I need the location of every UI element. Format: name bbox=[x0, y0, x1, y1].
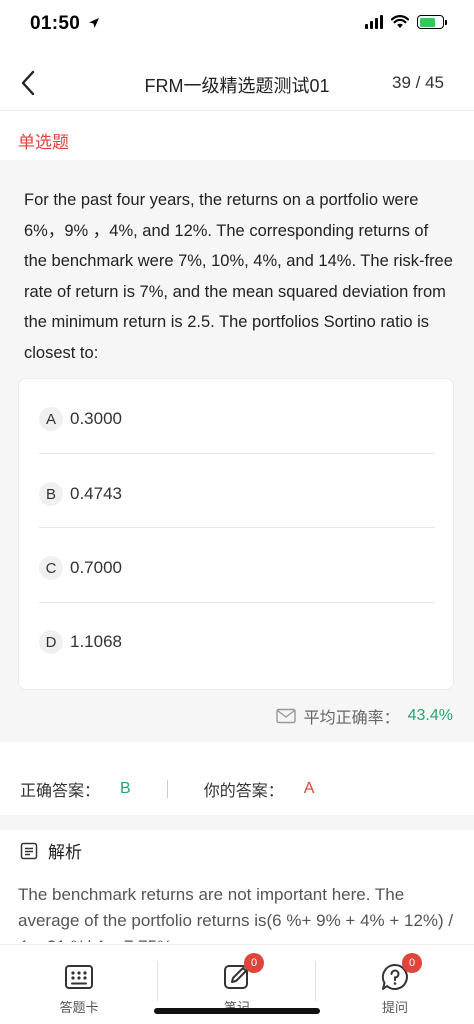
analysis-title: 解析 bbox=[48, 843, 82, 862]
answer-card-icon bbox=[65, 965, 93, 989]
option-letter: B bbox=[39, 482, 63, 506]
cellular-signal-icon bbox=[365, 15, 383, 29]
correct-answer-value: B bbox=[120, 780, 131, 797]
tab-label: 提问 bbox=[381, 1000, 408, 1015]
accuracy-value: 43.4% bbox=[407, 707, 453, 724]
home-indicator[interactable] bbox=[154, 1008, 320, 1014]
mail-icon bbox=[275, 708, 296, 724]
answer-row: 正确答案： B 你的答案： A bbox=[20, 777, 314, 801]
question-text: For the past four years, the returns on … bbox=[24, 191, 453, 362]
answer-summary: 正确答案： B 你的答案： A bbox=[0, 745, 474, 815]
notes-badge: 0 bbox=[244, 953, 264, 973]
option-letter: D bbox=[39, 630, 63, 654]
ask-badge: 0 bbox=[402, 953, 422, 973]
option-a[interactable]: A 0.3000 bbox=[39, 382, 435, 456]
tab-answer-card[interactable]: 答题卡 bbox=[0, 945, 158, 1024]
question-type-label: 单选题 bbox=[18, 133, 69, 152]
battery-icon bbox=[417, 15, 447, 29]
correct-answer-label: 正确答案： bbox=[20, 783, 101, 800]
option-d[interactable]: D 1.1068 bbox=[39, 605, 435, 679]
option-text: 0.7000 bbox=[70, 558, 122, 577]
option-c[interactable]: C 0.7000 bbox=[39, 531, 435, 605]
option-b[interactable]: B 0.4743 bbox=[39, 457, 435, 531]
option-letter: A bbox=[39, 407, 63, 431]
your-answer-value: A bbox=[303, 780, 315, 797]
analysis-header: 解析 bbox=[20, 838, 82, 863]
answer-divider bbox=[166, 780, 168, 798]
status-time: 01:50 bbox=[30, 13, 81, 34]
status-indicators bbox=[365, 15, 447, 29]
option-text: 0.4743 bbox=[70, 484, 122, 503]
tab-ask[interactable]: 0 提问 bbox=[316, 945, 474, 1024]
tab-label: 答题卡 bbox=[59, 1000, 99, 1015]
nav-bar: FRM一级精选题测试01 39 / 45 bbox=[0, 55, 474, 111]
section-separator bbox=[0, 815, 474, 830]
analysis-text: The benchmark returns are not important … bbox=[18, 885, 454, 942]
option-text: 1.1068 bbox=[70, 632, 122, 651]
status-bar: 01:50 bbox=[0, 0, 474, 48]
option-divider bbox=[39, 453, 435, 454]
option-text: 0.3000 bbox=[70, 409, 122, 428]
location-arrow-icon bbox=[89, 18, 99, 28]
your-answer-label: 你的答案： bbox=[203, 783, 284, 800]
option-letter: C bbox=[39, 556, 63, 580]
option-divider bbox=[39, 527, 435, 528]
wifi-icon bbox=[391, 15, 409, 28]
question-progress: 39 / 45 bbox=[392, 73, 444, 92]
option-divider bbox=[39, 602, 435, 603]
average-accuracy: 平均正确率： 43.4% bbox=[275, 704, 453, 728]
options-card: A 0.3000 B 0.4743 C 0.7000 D 1.1068 bbox=[18, 378, 454, 690]
document-icon bbox=[20, 842, 38, 859]
accuracy-label: 平均正确率： bbox=[303, 710, 400, 727]
